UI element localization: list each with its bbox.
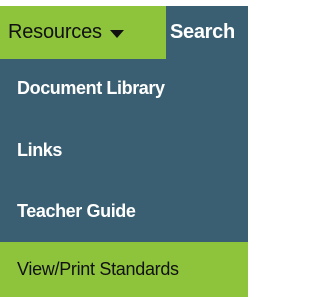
caret-down-icon [109, 29, 124, 38]
menu-item-document-library[interactable]: Document Library [0, 59, 248, 118]
menu-item-label: View/Print Standards [17, 259, 179, 279]
resources-menu: Resources Search Document Library Links … [0, 6, 248, 297]
menu-item-links[interactable]: Links [0, 121, 248, 180]
resources-tab-label: Resources [8, 21, 102, 43]
resources-tab[interactable]: Resources [0, 6, 166, 59]
resources-dropdown: Document Library Links Teacher Guide Vie… [0, 59, 248, 297]
search-tab-label: Search [170, 21, 235, 43]
menu-item-view-print-standards[interactable]: View/Print Standards [0, 242, 248, 297]
menu-item-teacher-guide[interactable]: Teacher Guide [0, 182, 248, 241]
menu-item-label: Teacher Guide [17, 201, 136, 221]
menu-item-label: Document Library [17, 78, 165, 98]
search-tab[interactable]: Search [166, 6, 248, 59]
menu-item-label: Links [17, 140, 63, 160]
top-navigation: Resources Search [0, 6, 248, 59]
